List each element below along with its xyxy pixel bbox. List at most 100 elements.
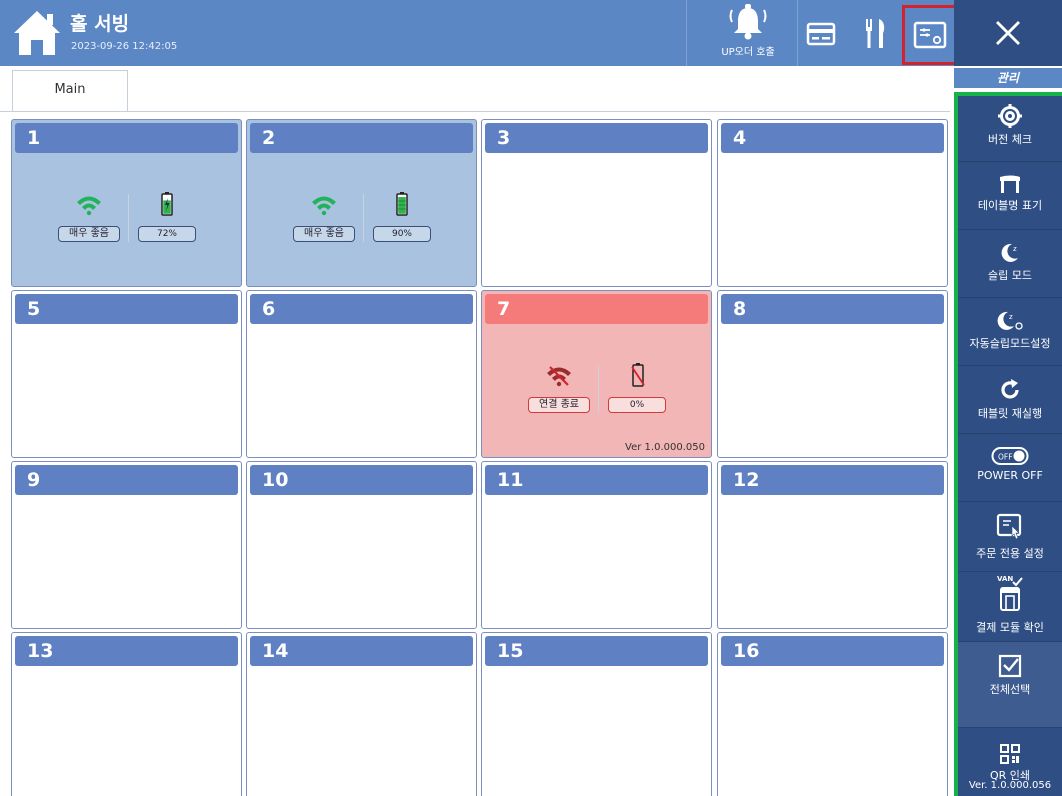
status-divider (598, 365, 599, 413)
battery-percent-badge: 90% (373, 226, 431, 242)
card-payment-button[interactable] (806, 20, 836, 48)
tablet-restart-label: 태블릿 재실행 (977, 407, 1043, 420)
fork-knife-icon (866, 19, 885, 48)
signal-status-badge: 매우 좋음 (58, 226, 120, 242)
power-off-label: POWER OFF (977, 469, 1043, 482)
payment-module-check-label: 결제 모듈 확인 (976, 621, 1044, 634)
up-order-call-label: UP오더 호출 (721, 47, 775, 58)
battery-percent-badge: 72% (138, 226, 196, 242)
table-number: 4 (721, 123, 944, 153)
version-check-button[interactable]: 버전 체크 (958, 96, 1062, 162)
auto-sleep-setting-label: 자동슬립모드설정 (969, 337, 1051, 350)
table-number: 10 (250, 465, 473, 495)
sleep-mode-label: 슬립 모드 (988, 269, 1032, 282)
table-number: 1 (15, 123, 238, 153)
table-card-3[interactable]: 3 (481, 119, 712, 287)
table-card-11[interactable]: 11 (481, 461, 712, 629)
table-card-2[interactable]: 2 매우 좋음 90% (246, 119, 477, 287)
table-number: 6 (250, 294, 473, 324)
wifi-disconnected-icon (547, 366, 571, 387)
svg-text:z: z (1009, 313, 1013, 321)
close-button[interactable] (954, 0, 1062, 66)
signal-status-badge: 매우 좋음 (293, 226, 355, 242)
table-number: 16 (721, 636, 944, 666)
table-number: 7 (485, 294, 708, 324)
admin-side-panel: 버전 체크 테이블명 표기 z 슬립 모드 z 자동슬립모드설정 태블릿 재실행… (954, 92, 1062, 796)
svg-text:z: z (1013, 245, 1017, 253)
table-card-9[interactable]: 9 (11, 461, 242, 629)
moon-icon: z (1001, 243, 1018, 262)
van-text: VAN (997, 575, 1013, 583)
header-divider (686, 0, 687, 66)
app-version: Ver. 1.0.000.056 (968, 780, 1052, 791)
table-number: 11 (485, 465, 708, 495)
menu-button[interactable] (860, 16, 890, 50)
close-icon (996, 21, 1020, 45)
table-number: 12 (721, 465, 944, 495)
touch-screen-icon (996, 513, 1022, 540)
select-all-label: 전체선택 (989, 683, 1031, 696)
tablet-restart-button[interactable]: 태블릿 재실행 (958, 366, 1062, 434)
version-check-label: 버전 체크 (988, 133, 1032, 146)
wifi-signal-icon (77, 196, 101, 216)
qr-print-button[interactable]: QR 인쇄 (958, 728, 1062, 782)
settings-screen-icon (913, 21, 947, 49)
status-divider (128, 194, 129, 242)
app-window: 홀 서빙 2023-09-26 12:42:05 UP오더 호출 관리 버전 체… (0, 0, 1062, 796)
gear-icon (998, 104, 1022, 128)
table-number: 8 (721, 294, 944, 324)
battery-percent-badge: 0% (608, 397, 666, 413)
table-card-5[interactable]: 5 (11, 290, 242, 458)
power-off-button[interactable]: OFF POWER OFF (958, 434, 1062, 502)
battery-empty-icon (631, 363, 645, 387)
table-card-4[interactable]: 4 (717, 119, 948, 287)
page-title: 홀 서빙 (70, 13, 130, 35)
device-status: 매우 좋음 72% (54, 190, 204, 246)
auto-sleep-setting-button[interactable]: z 자동슬립모드설정 (958, 298, 1062, 366)
up-order-call-button[interactable]: UP오더 호출 (698, 0, 798, 66)
payment-module-check-button[interactable]: VAN 결제 모듈 확인 (958, 572, 1062, 642)
status-divider (363, 194, 364, 242)
table-card-14[interactable]: 14 (246, 632, 477, 796)
table-number: 5 (15, 294, 238, 324)
order-only-setting-button[interactable]: 주문 전용 설정 (958, 502, 1062, 572)
current-datetime: 2023-09-26 12:42:05 (71, 41, 178, 52)
table-card-16[interactable]: 16 (717, 632, 948, 796)
device-status: 매우 좋음 90% (289, 190, 439, 246)
signal-status-badge: 연결 종료 (528, 397, 590, 413)
table-icon (1000, 175, 1020, 193)
home-icon (14, 11, 60, 55)
moon-timer-icon: z (997, 311, 1023, 330)
header-divider (797, 0, 798, 66)
power-toggle-icon: OFF (991, 447, 1029, 465)
tab-main[interactable]: Main (12, 70, 128, 112)
device-status: 연결 종료 0% (524, 361, 674, 417)
table-number: 15 (485, 636, 708, 666)
credit-card-icon (806, 22, 836, 46)
admin-settings-button[interactable] (902, 5, 958, 65)
table-number: 3 (485, 123, 708, 153)
tab-divider (0, 111, 950, 112)
table-card-1[interactable]: 1 매우 좋음 72% (11, 119, 242, 287)
checkbox-icon (998, 654, 1022, 678)
table-card-6[interactable]: 6 (246, 290, 477, 458)
refresh-icon (1001, 379, 1019, 399)
table-number: 14 (250, 636, 473, 666)
qr-icon (1000, 744, 1020, 764)
home-button[interactable] (12, 8, 62, 58)
table-number: 13 (15, 636, 238, 666)
select-all-button[interactable]: 전체선택 (958, 642, 1062, 728)
table-card-10[interactable]: 10 (246, 461, 477, 629)
table-number: 2 (250, 123, 473, 153)
table-card-15[interactable]: 15 (481, 632, 712, 796)
table-card-7[interactable]: 7 연결 종료 0% Ver 1.0.000.050 (481, 290, 712, 458)
sleep-mode-button[interactable]: z 슬립 모드 (958, 230, 1062, 298)
table-name-display-button[interactable]: 테이블명 표기 (958, 162, 1062, 230)
side-panel-title: 관리 (954, 68, 1062, 88)
wifi-signal-icon (312, 196, 336, 216)
power-toggle-text: OFF (998, 453, 1013, 462)
battery-charging-icon (161, 192, 173, 216)
table-card-12[interactable]: 12 (717, 461, 948, 629)
table-card-13[interactable]: 13 (11, 632, 242, 796)
table-card-8[interactable]: 8 (717, 290, 948, 458)
